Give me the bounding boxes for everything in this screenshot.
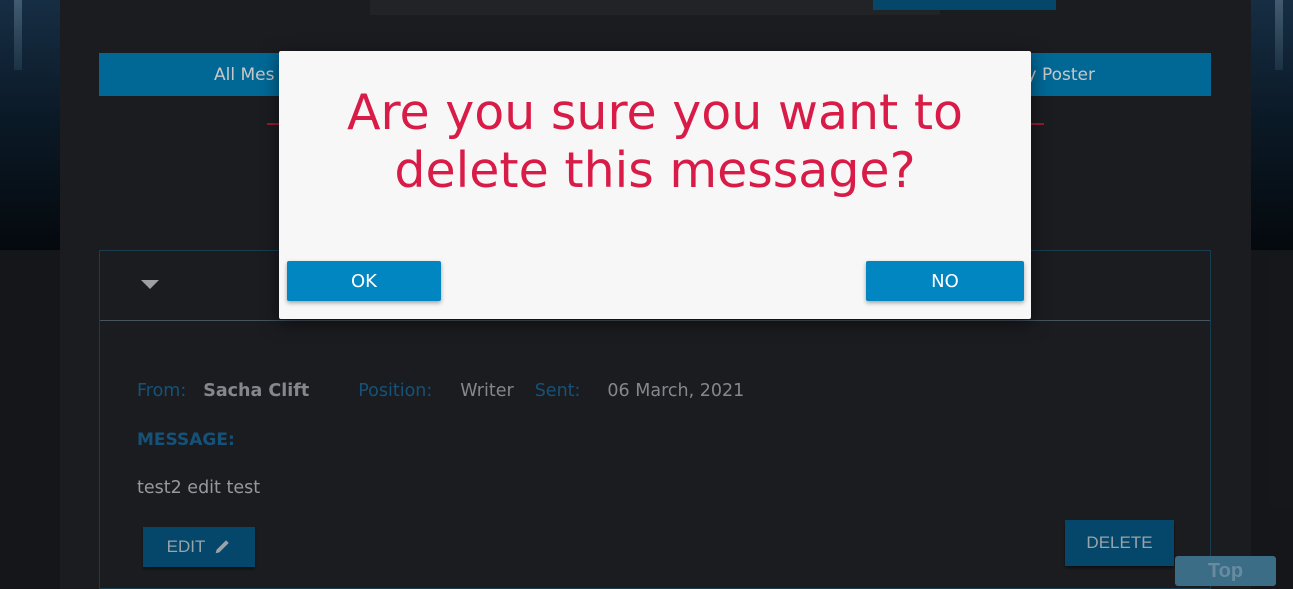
dialog-title: Are you sure you want to delete this mes… [346,84,964,199]
no-button[interactable]: NO [866,261,1024,301]
confirm-delete-dialog: Are you sure you want to delete this mes… [279,51,1031,319]
ok-button[interactable]: OK [287,261,441,301]
